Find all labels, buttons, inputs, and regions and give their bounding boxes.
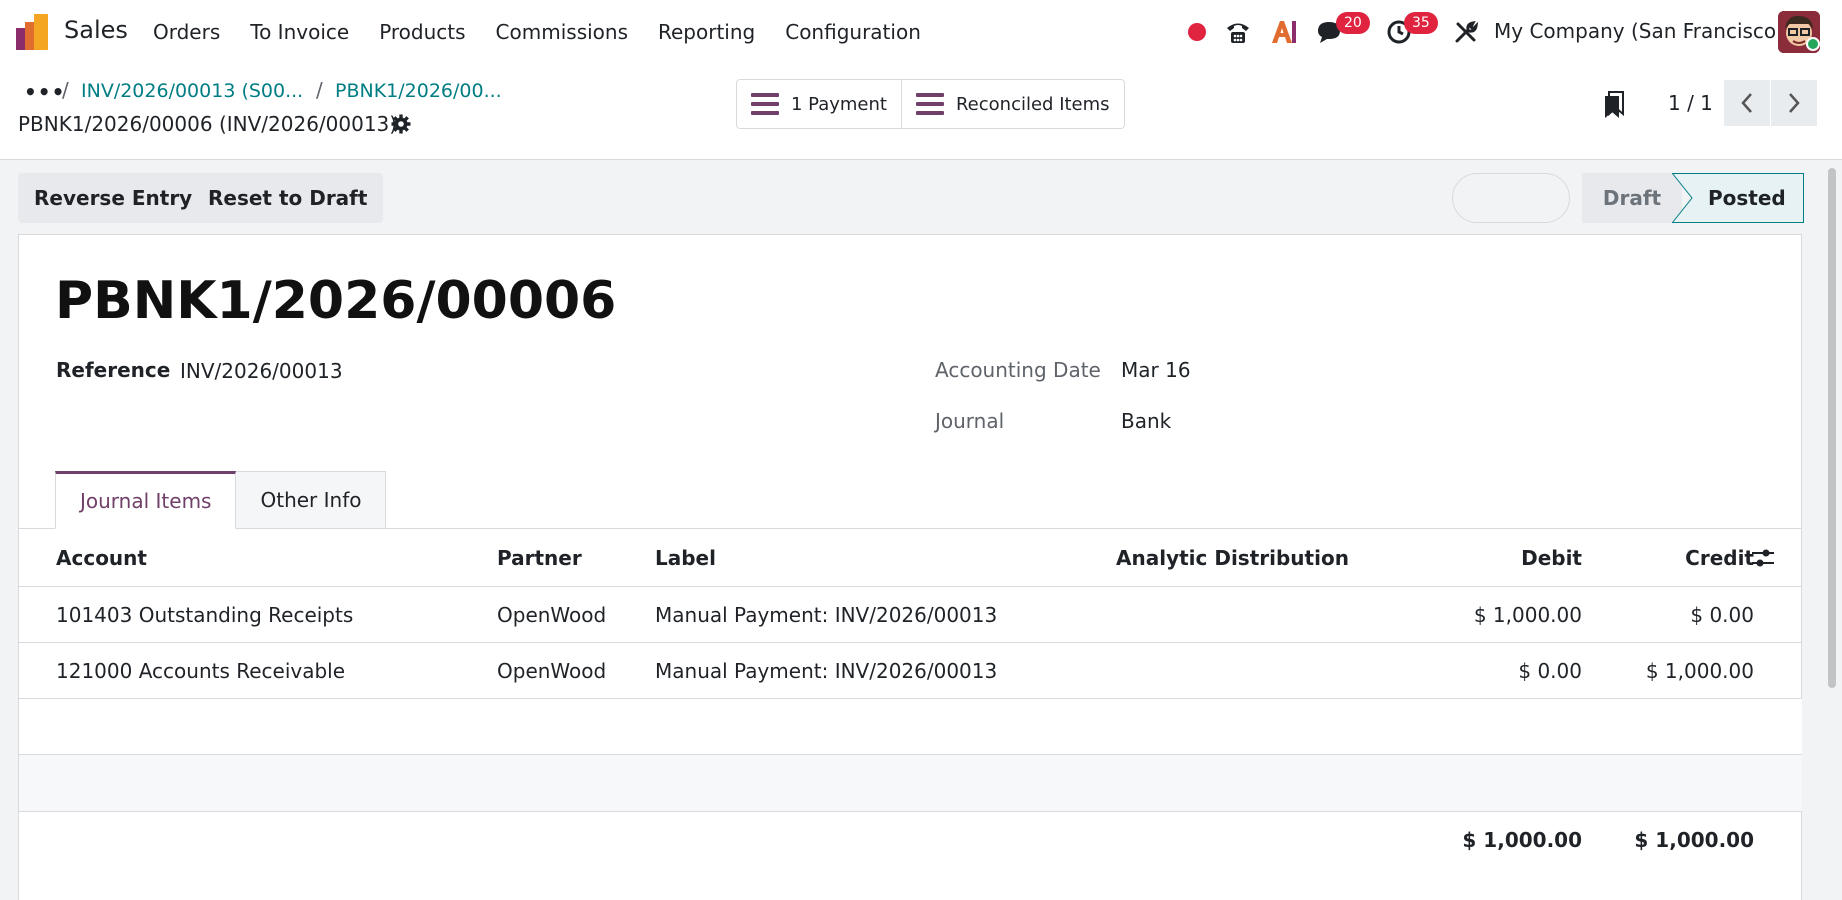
smart-buttons: 1 Payment Reconciled Items bbox=[736, 79, 1125, 129]
table-row[interactable]: 121000 Accounts Receivable OpenWood Manu… bbox=[19, 643, 1802, 699]
cell-account[interactable]: 101403 Outstanding Receipts bbox=[56, 587, 353, 642]
menu-products[interactable]: Products bbox=[379, 20, 465, 44]
breadcrumb-separator: / bbox=[316, 78, 323, 102]
statusbar-pill bbox=[1452, 173, 1570, 223]
notebook-tabs: Journal Items Other Info bbox=[55, 471, 387, 529]
column-header-debit[interactable]: Debit bbox=[1399, 529, 1582, 586]
gear-icon[interactable] bbox=[391, 114, 411, 134]
company-switcher[interactable]: My Company (San Francisco) bbox=[1494, 19, 1784, 43]
app-name[interactable]: Sales bbox=[64, 16, 128, 44]
messages-count-badge: 20 bbox=[1336, 12, 1370, 34]
empty-row bbox=[19, 699, 1802, 755]
phone-icon[interactable] bbox=[1224, 18, 1252, 46]
tools-icon[interactable] bbox=[1454, 20, 1478, 44]
column-header-account[interactable]: Account bbox=[56, 529, 147, 586]
recording-dot-icon[interactable] bbox=[1188, 23, 1206, 41]
bookmark-icon[interactable] bbox=[1603, 90, 1627, 120]
top-navbar: Sales Orders To Invoice Products Commiss… bbox=[0, 0, 1842, 64]
menu-to-invoice[interactable]: To Invoice bbox=[250, 20, 349, 44]
menu-orders[interactable]: Orders bbox=[153, 20, 220, 44]
cell-account[interactable]: 121000 Accounts Receivable bbox=[56, 643, 345, 698]
move-name: PBNK1/2026/00006 bbox=[55, 271, 617, 331]
online-status-dot bbox=[1806, 37, 1820, 51]
cell-label[interactable]: Manual Payment: INV/2026/00013 bbox=[655, 643, 997, 698]
form-statusbar: Reverse Entry Reset to Draft Draft Poste… bbox=[0, 161, 1842, 234]
tab-journal-items[interactable]: Journal Items bbox=[55, 471, 237, 529]
tab-other-info[interactable]: Other Info bbox=[236, 471, 387, 529]
total-credit: $ 1,000.00 bbox=[1634, 827, 1754, 852]
control-panel: ••• / INV/2026/00013 (S00... / PBNK1/202… bbox=[0, 64, 1842, 160]
reference-label: Reference bbox=[56, 358, 171, 382]
stage-draft[interactable]: Draft bbox=[1582, 173, 1682, 223]
activities-count-badge: 35 bbox=[1404, 12, 1438, 34]
breadcrumb-more[interactable]: ••• bbox=[24, 80, 65, 104]
journal-label: Journal bbox=[935, 409, 1005, 433]
table-totals-row: $ 1,000.00 $ 1,000.00 bbox=[19, 811, 1802, 867]
reconciled-items-label: Reconciled Items bbox=[955, 93, 1110, 115]
ai-icon[interactable] bbox=[1270, 18, 1298, 46]
pager-previous-button[interactable] bbox=[1724, 80, 1770, 126]
menu-configuration[interactable]: Configuration bbox=[785, 20, 921, 44]
accounting-date-field[interactable]: Mar 16 bbox=[1121, 358, 1191, 382]
record-title: PBNK1/2026/00006 (INV/2026/00013) bbox=[18, 112, 398, 136]
pager-next-button[interactable] bbox=[1771, 80, 1817, 126]
accounting-date-label: Accounting Date bbox=[935, 358, 1101, 382]
pager-value[interactable]: 1 / 1 bbox=[1668, 91, 1713, 115]
cell-label[interactable]: Manual Payment: INV/2026/00013 bbox=[655, 587, 997, 642]
empty-row bbox=[19, 755, 1802, 811]
page-scrollbar[interactable] bbox=[1828, 168, 1836, 688]
reference-field[interactable]: INV/2026/00013 bbox=[180, 359, 343, 383]
breadcrumb-payment[interactable]: PBNK1/2026/00... bbox=[335, 80, 502, 102]
main-menu: Orders To Invoice Products Commissions R… bbox=[153, 20, 951, 44]
menu-reporting[interactable]: Reporting bbox=[658, 20, 755, 44]
optional-columns-icon[interactable] bbox=[1751, 547, 1775, 569]
menu-commissions[interactable]: Commissions bbox=[496, 20, 628, 44]
breadcrumb-invoice[interactable]: INV/2026/00013 (S00... bbox=[81, 80, 303, 102]
cell-partner[interactable]: OpenWood bbox=[497, 643, 606, 698]
payment-smart-button-label: 1 Payment bbox=[791, 93, 887, 115]
column-header-credit[interactable]: Credit bbox=[1579, 529, 1754, 586]
reverse-entry-button[interactable]: Reverse Entry bbox=[18, 173, 209, 223]
column-header-partner[interactable]: Partner bbox=[497, 529, 582, 586]
table-header: Account Partner Label Analytic Distribut… bbox=[19, 529, 1802, 587]
journal-items-table: Account Partner Label Analytic Distribut… bbox=[19, 529, 1802, 867]
column-header-analytic[interactable]: Analytic Distribution bbox=[1116, 529, 1349, 586]
chevron-left-icon bbox=[1741, 93, 1752, 113]
reset-to-draft-button[interactable]: Reset to Draft bbox=[192, 173, 384, 223]
cell-credit[interactable]: $ 1,000.00 bbox=[1579, 643, 1754, 698]
stage-posted-label: Posted bbox=[1708, 186, 1786, 210]
breadcrumb-separator: / bbox=[62, 78, 69, 102]
form-sheet: PBNK1/2026/00006 Reference INV/2026/0001… bbox=[18, 234, 1802, 900]
cell-debit[interactable]: $ 1,000.00 bbox=[1399, 587, 1582, 642]
stage-posted[interactable]: Posted bbox=[1672, 173, 1804, 223]
sales-app-icon[interactable] bbox=[16, 14, 50, 50]
table-row[interactable]: 101403 Outstanding Receipts OpenWood Man… bbox=[19, 587, 1802, 643]
total-debit: $ 1,000.00 bbox=[1462, 827, 1582, 852]
cell-debit[interactable]: $ 0.00 bbox=[1399, 643, 1582, 698]
chevron-right-icon bbox=[1789, 93, 1800, 113]
list-icon bbox=[915, 93, 944, 115]
column-header-label[interactable]: Label bbox=[655, 529, 716, 586]
cell-partner[interactable]: OpenWood bbox=[497, 587, 606, 642]
journal-field[interactable]: Bank bbox=[1121, 409, 1171, 433]
list-icon bbox=[751, 93, 779, 115]
payment-smart-button[interactable]: 1 Payment bbox=[737, 80, 901, 128]
reconciled-items-smart-button[interactable]: Reconciled Items bbox=[900, 80, 1124, 128]
cell-credit[interactable]: $ 0.00 bbox=[1579, 587, 1754, 642]
